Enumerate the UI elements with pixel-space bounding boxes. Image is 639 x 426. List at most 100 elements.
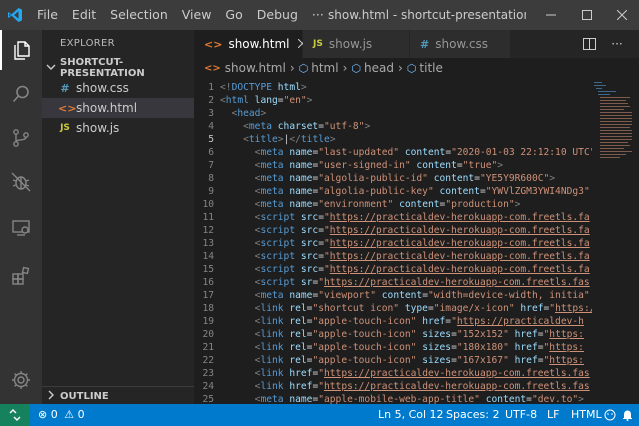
code-token: "180x180" bbox=[456, 342, 509, 353]
file-name: show.js bbox=[76, 121, 120, 135]
code-line[interactable]: 21 <link rel="apple-touch-icon" sizes="1… bbox=[194, 341, 639, 354]
code-line[interactable]: 14 <script src="https://practicaldev-her… bbox=[194, 250, 639, 263]
code-line[interactable]: 16 <script sr="https://practicaldev-hero… bbox=[194, 276, 639, 289]
title-bar: File Edit Selection View Go Debug ··· sh… bbox=[0, 0, 639, 30]
file-item-show-css[interactable]: # show.css bbox=[42, 78, 194, 98]
file-item-show-html[interactable]: <> show.html bbox=[42, 98, 194, 118]
tab-show-css[interactable]: # show.css bbox=[410, 30, 510, 58]
menu-go[interactable]: Go bbox=[218, 0, 249, 30]
minimize-icon[interactable] bbox=[532, 0, 570, 30]
outline-section-header[interactable]: OUTLINE bbox=[42, 386, 194, 405]
code-line[interactable]: 17 <meta name="viewport" content="width=… bbox=[194, 289, 639, 302]
code-token: content bbox=[404, 147, 446, 158]
breadcrumb-item[interactable]: show.html bbox=[225, 61, 286, 75]
remote-explorer-icon[interactable] bbox=[0, 208, 42, 248]
indentation-status[interactable]: Spaces: 2 bbox=[446, 404, 499, 426]
breadcrumb-item[interactable]: html bbox=[311, 61, 338, 75]
code-token: script bbox=[260, 238, 296, 249]
code-line[interactable]: 1 <!DOCTYPE html> bbox=[194, 81, 639, 94]
code-line[interactable]: 15 <script src="https://practicaldev-her… bbox=[194, 263, 639, 276]
line-number: 3 bbox=[208, 108, 214, 119]
settings-gear-icon[interactable] bbox=[0, 360, 42, 400]
code-token: rel bbox=[289, 316, 307, 327]
line-number: 10 bbox=[202, 199, 214, 210]
close-window-icon[interactable] bbox=[603, 0, 639, 30]
code-line[interactable]: 4 <meta charset="utf-8"> bbox=[194, 120, 639, 133]
code-token: name bbox=[289, 160, 313, 171]
code-line[interactable]: 25 <meta name="apple-mobile-web-app-titl… bbox=[194, 393, 639, 404]
code-token: https://practicaldev-herokuapp-com.freet… bbox=[329, 225, 590, 236]
code-editor[interactable]: 1 <!DOCTYPE html> 2 <html lang="en"> 3 <head… bbox=[194, 78, 639, 404]
files-icon[interactable] bbox=[0, 30, 42, 70]
debug-icon[interactable] bbox=[0, 162, 42, 202]
code-line[interactable]: 3 <head> bbox=[194, 107, 639, 120]
file-name: show.css bbox=[76, 81, 129, 95]
breadcrumb-item[interactable]: head bbox=[364, 61, 394, 75]
vscode-logo-icon[interactable] bbox=[0, 0, 30, 30]
code-line[interactable]: 23 <link href="https://practicaldev-hero… bbox=[194, 367, 639, 380]
split-editor-icon[interactable] bbox=[578, 30, 600, 58]
code-line[interactable]: 24 <link href="https://practicaldev-hero… bbox=[194, 380, 639, 393]
code-line[interactable]: 18 <link rel="shortcut icon" type="image… bbox=[194, 302, 639, 315]
code-line[interactable]: 5 <title>|</title> bbox=[194, 133, 639, 146]
problems-indicator[interactable]: ⊗ 0 ⚠ 0 bbox=[38, 404, 85, 426]
code-line[interactable]: 12 <script src="https://practicaldev-her… bbox=[194, 224, 639, 237]
code-token: "apple-touch-icon" bbox=[312, 316, 417, 327]
extensions-icon[interactable] bbox=[0, 256, 42, 296]
code-token: "image/x-icon" bbox=[433, 303, 515, 314]
code-line[interactable]: 10 <meta name="environment" content="pro… bbox=[194, 198, 639, 211]
menu-debug[interactable]: Debug bbox=[250, 0, 305, 30]
code-line[interactable]: 20 <link rel="apple-touch-icon" sizes="1… bbox=[194, 328, 639, 341]
code-line[interactable]: 13 <script src="https://practicaldev-her… bbox=[194, 237, 639, 250]
file-item-show-js[interactable]: JS show.js bbox=[42, 118, 194, 138]
maximize-icon[interactable] bbox=[568, 0, 606, 30]
breadcrumb: <> show.html › ⬡ html › ⬡ head › ⬡ title bbox=[194, 58, 639, 78]
code-token: link bbox=[260, 368, 284, 379]
cursor-position[interactable]: Ln 5, Col 12 bbox=[378, 404, 444, 426]
line-number: 18 bbox=[202, 303, 214, 314]
line-number: 5 bbox=[208, 134, 214, 145]
warning-icon: ⚠ bbox=[64, 408, 75, 421]
code-token: href bbox=[289, 368, 313, 379]
menu-file[interactable]: File bbox=[30, 0, 65, 30]
more-actions-icon[interactable]: ··· bbox=[606, 30, 628, 58]
feedback-icon[interactable] bbox=[604, 404, 616, 426]
minimap[interactable] bbox=[592, 78, 632, 404]
menu-selection[interactable]: Selection bbox=[103, 0, 175, 30]
search-icon[interactable] bbox=[0, 74, 42, 114]
eol-status[interactable]: LF bbox=[547, 404, 559, 426]
code-line[interactable]: 9 <meta name="algolia-public-key" conten… bbox=[194, 185, 639, 198]
code-token: content bbox=[399, 199, 440, 210]
source-control-icon[interactable] bbox=[0, 118, 42, 158]
workspace-folder-header[interactable]: SHORTCUT-PRESENTATION bbox=[42, 57, 194, 79]
code-line[interactable]: 7 <meta name="user-signed-in" content="t… bbox=[194, 159, 639, 172]
code-token: script bbox=[260, 251, 296, 262]
code-text: <script src="https://practicaldev-heroku… bbox=[220, 264, 590, 275]
menu-edit[interactable]: Edit bbox=[65, 0, 103, 30]
code-token: name bbox=[289, 147, 313, 158]
code-text: <meta name="algolia-public-key" content=… bbox=[220, 186, 590, 197]
line-number: 9 bbox=[208, 186, 214, 197]
line-number: 22 bbox=[202, 355, 214, 366]
language-mode[interactable]: HTML bbox=[571, 404, 602, 426]
code-line[interactable]: 22 <link rel="apple-touch-icon" sizes="1… bbox=[194, 354, 639, 367]
code-line[interactable]: 19 <link rel="apple-touch-icon" href="ht… bbox=[194, 315, 639, 328]
code-text: <link rel="apple-touch-icon" sizes="152x… bbox=[220, 329, 584, 340]
menu-view[interactable]: View bbox=[175, 0, 219, 30]
remote-indicator-icon[interactable] bbox=[0, 404, 30, 426]
code-line[interactable]: 11 <script src="https://practicaldev-her… bbox=[194, 211, 639, 224]
code-text: <meta name="environment" content="produc… bbox=[220, 199, 521, 210]
encoding-status[interactable]: UTF-8 bbox=[505, 404, 537, 426]
menu-more[interactable]: ··· bbox=[305, 0, 331, 30]
code-line[interactable]: 6 <meta name="last-updated" content="202… bbox=[194, 146, 639, 159]
tab-show-html[interactable]: <> show.html bbox=[194, 30, 307, 58]
breadcrumb-item[interactable]: title bbox=[419, 61, 442, 75]
notifications-bell-icon[interactable] bbox=[622, 404, 633, 426]
code-line[interactable]: 2 <html lang="en"> bbox=[194, 94, 639, 107]
code-line[interactable]: 8 <meta name="algolia-public-id" content… bbox=[194, 172, 639, 185]
tab-show-js[interactable]: JS show.js bbox=[303, 30, 409, 58]
code-token: src bbox=[300, 212, 319, 223]
editor-scrollbar[interactable] bbox=[632, 78, 639, 404]
code-token: src bbox=[300, 251, 319, 262]
chevron-right-icon bbox=[46, 390, 56, 403]
